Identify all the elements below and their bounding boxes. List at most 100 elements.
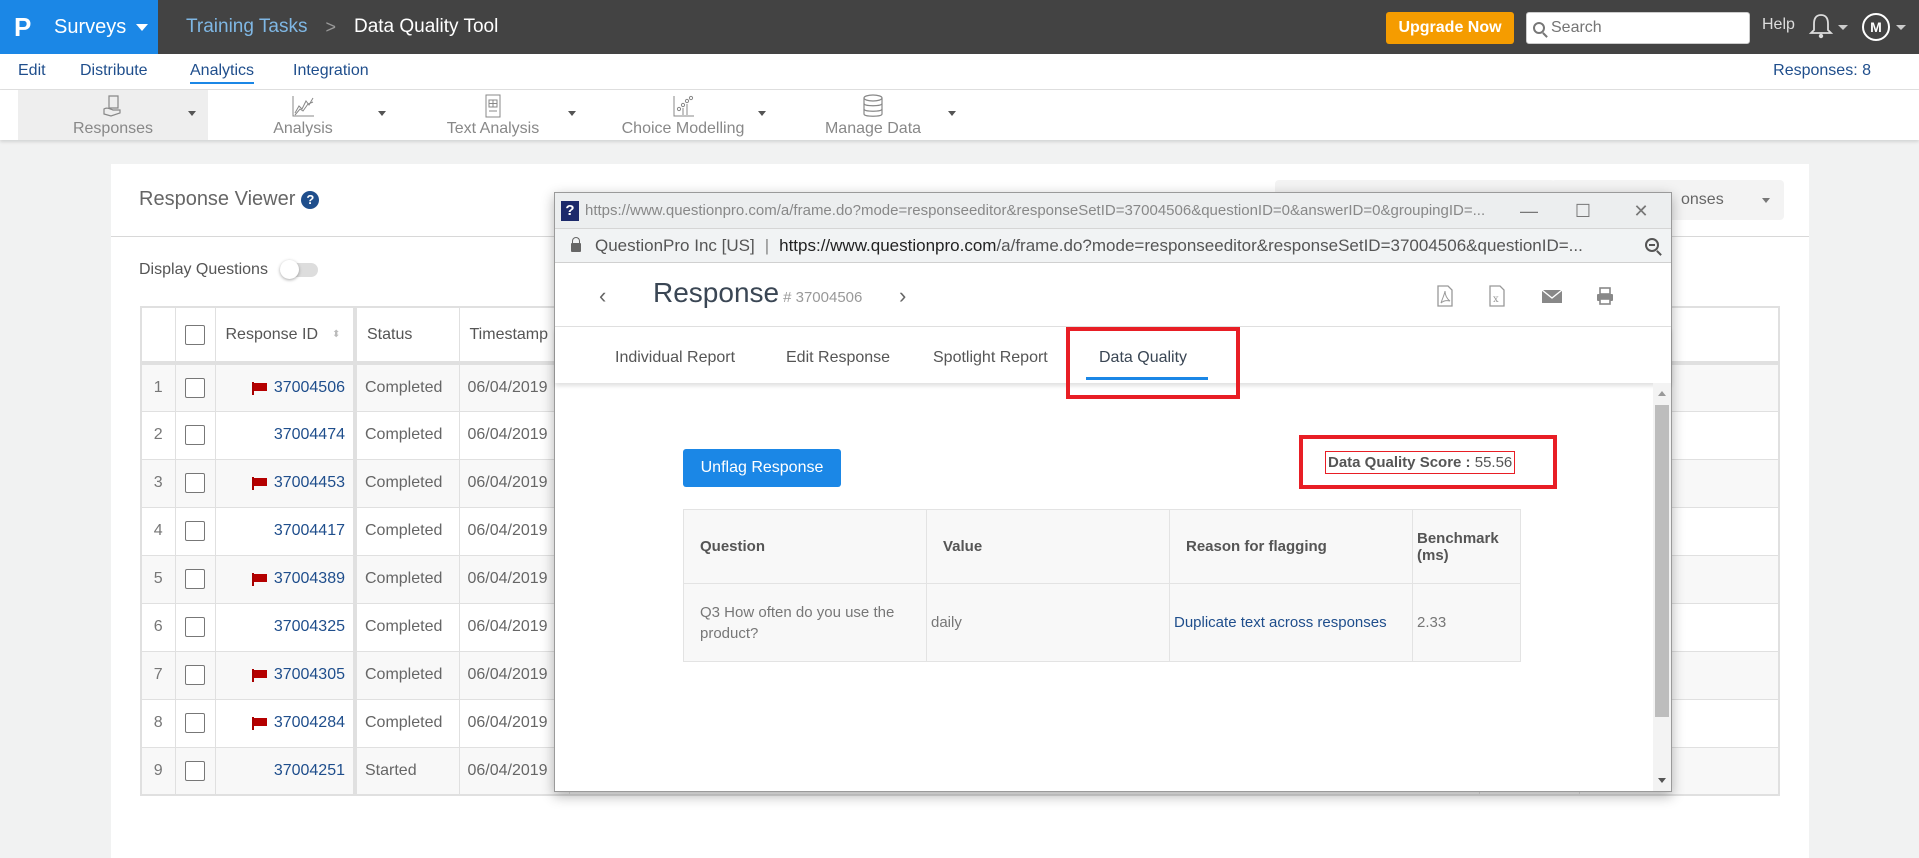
select-all-header (174, 306, 216, 365)
pdf-icon[interactable] (1435, 285, 1455, 307)
maximize-icon[interactable]: ☐ (1571, 199, 1595, 223)
row-checkbox[interactable] (185, 569, 205, 589)
status-cell: Completed (354, 458, 460, 508)
nav-edit[interactable]: Edit (18, 62, 46, 80)
upgrade-now-button[interactable]: Upgrade Now (1386, 12, 1514, 44)
row-checkbox[interactable] (185, 713, 205, 733)
responses-hand-icon (103, 95, 121, 117)
response-id-cell[interactable]: 37004417 (214, 506, 357, 556)
address-bar[interactable]: QuestionPro Inc [US] | https://www.quest… (555, 229, 1671, 263)
timestamp-header: Timestamp (458, 306, 570, 365)
response-id-cell[interactable]: 37004389 (214, 554, 357, 604)
help-link[interactable]: Help (1762, 16, 1795, 34)
nav-distribute[interactable]: Distribute (80, 62, 148, 80)
response-id-cell[interactable]: 37004305 (214, 650, 357, 700)
timestamp-cell: 06/04/2019 (458, 650, 570, 700)
tool-responses[interactable]: Responses (18, 90, 208, 140)
caret-down-icon[interactable] (378, 111, 386, 116)
row-checkbox-cell (174, 554, 216, 604)
tool-label: Choice Modelling (621, 120, 745, 137)
bell-icon[interactable] (1808, 12, 1834, 45)
display-questions-toggle[interactable] (279, 260, 318, 279)
print-icon[interactable] (1595, 285, 1615, 307)
breadcrumb-training-tasks[interactable]: Training Tasks (186, 16, 307, 38)
nav-integration[interactable]: Integration (293, 62, 369, 80)
flag-icon (251, 716, 268, 730)
response-id-link[interactable]: 37004474 (274, 426, 345, 443)
row-checkbox[interactable] (185, 521, 205, 541)
row-number: 3 (140, 458, 176, 508)
tab-spotlight-report[interactable]: Spotlight Report (933, 349, 1048, 367)
response-id-link[interactable]: 37004305 (274, 666, 345, 683)
tool-manage-data[interactable]: Manage Data (778, 90, 968, 140)
response-id-cell[interactable]: 37004506 (214, 362, 357, 412)
response-id-cell[interactable]: 37004251 (214, 746, 357, 796)
caret-down-icon[interactable] (758, 111, 766, 116)
timestamp-cell: 06/04/2019 (458, 362, 570, 412)
response-id-link[interactable]: 37004251 (274, 762, 345, 779)
window-title-bar[interactable]: ? https://www.questionpro.com/a/frame.do… (555, 193, 1671, 229)
breadcrumb: Training Tasks > Data Quality Tool (186, 0, 498, 54)
row-checkbox[interactable] (185, 760, 205, 781)
caret-down-icon[interactable] (188, 111, 196, 116)
row-number: 1 (140, 362, 176, 412)
previous-response-button[interactable]: ‹ (599, 283, 606, 309)
tool-choice-modelling[interactable]: Choice Modelling (588, 90, 778, 140)
response-id-link[interactable]: 37004417 (274, 522, 345, 539)
main-nav: Edit Distribute Analytics Integration Re… (0, 54, 1919, 90)
row-checkbox[interactable] (185, 425, 205, 445)
score-separator: : (1461, 454, 1475, 471)
scrollbar-thumb[interactable] (1655, 405, 1669, 717)
unflag-response-button[interactable]: Unflag Response (683, 449, 841, 487)
close-icon[interactable]: ✕ (1629, 199, 1653, 223)
excel-icon[interactable]: x (1487, 285, 1507, 307)
response-id-header[interactable]: Response ID ⬍ (214, 306, 357, 365)
search-input[interactable] (1551, 19, 1741, 37)
sort-icon[interactable]: ⬍ (332, 329, 340, 340)
avatar[interactable]: M (1862, 13, 1890, 41)
surveys-menu[interactable]: P Surveys (0, 0, 158, 54)
row-checkbox-cell (174, 506, 216, 556)
scroll-down-icon[interactable] (1658, 778, 1666, 783)
caret-down-icon[interactable] (1838, 25, 1848, 30)
row-checkbox[interactable] (185, 473, 205, 493)
row-checkbox[interactable] (185, 665, 205, 685)
response-id-link[interactable]: 37004284 (274, 714, 345, 731)
timestamp-cell: 06/04/2019 (458, 746, 570, 796)
response-header: ‹ Response # 37004506 › x (555, 263, 1671, 327)
caret-down-icon[interactable] (948, 111, 956, 116)
nav-analytics[interactable]: Analytics (190, 62, 255, 84)
response-id-link[interactable]: 37004325 (274, 618, 345, 635)
response-id-cell[interactable]: 37004325 (214, 602, 357, 652)
next-response-button[interactable]: › (899, 283, 906, 309)
caret-down-icon[interactable] (1896, 25, 1906, 30)
popup-scrollbar[interactable] (1653, 383, 1671, 791)
row-checkbox[interactable] (185, 617, 205, 637)
response-popup-window: ? https://www.questionpro.com/a/frame.do… (554, 192, 1672, 792)
zoom-out-icon[interactable] (1645, 238, 1659, 252)
response-id-cell[interactable]: 37004453 (214, 458, 357, 508)
flag-icon (251, 572, 268, 586)
response-title: Response # 37004506 (653, 277, 862, 309)
response-id-link[interactable]: 37004389 (274, 570, 345, 587)
tool-label: Text Analysis (446, 120, 540, 137)
row-checkbox[interactable] (185, 377, 205, 398)
response-id-link[interactable]: 37004506 (274, 379, 345, 396)
help-icon[interactable]: ? (301, 190, 320, 209)
response-id-cell[interactable]: 37004474 (214, 410, 357, 460)
breadcrumb-data-quality-tool: Data Quality Tool (353, 16, 499, 37)
search-box[interactable] (1526, 12, 1750, 44)
tab-edit-response[interactable]: Edit Response (786, 349, 890, 367)
scroll-up-icon[interactable] (1658, 391, 1666, 396)
response-id-cell[interactable]: 37004284 (214, 698, 357, 748)
address-path: /a/frame.do?mode=responseeditor&response… (996, 235, 1583, 255)
minimize-icon[interactable]: — (1517, 199, 1541, 223)
select-all-checkbox[interactable] (185, 324, 205, 345)
tool-text-analysis[interactable]: Text Analysis (398, 90, 588, 140)
email-icon[interactable] (1541, 285, 1563, 307)
tool-analysis[interactable]: Analysis (208, 90, 398, 140)
response-id-link[interactable]: 37004453 (274, 474, 345, 491)
tab-individual-report[interactable]: Individual Report (615, 349, 735, 367)
flag-icon (251, 476, 268, 490)
caret-down-icon[interactable] (568, 111, 576, 116)
